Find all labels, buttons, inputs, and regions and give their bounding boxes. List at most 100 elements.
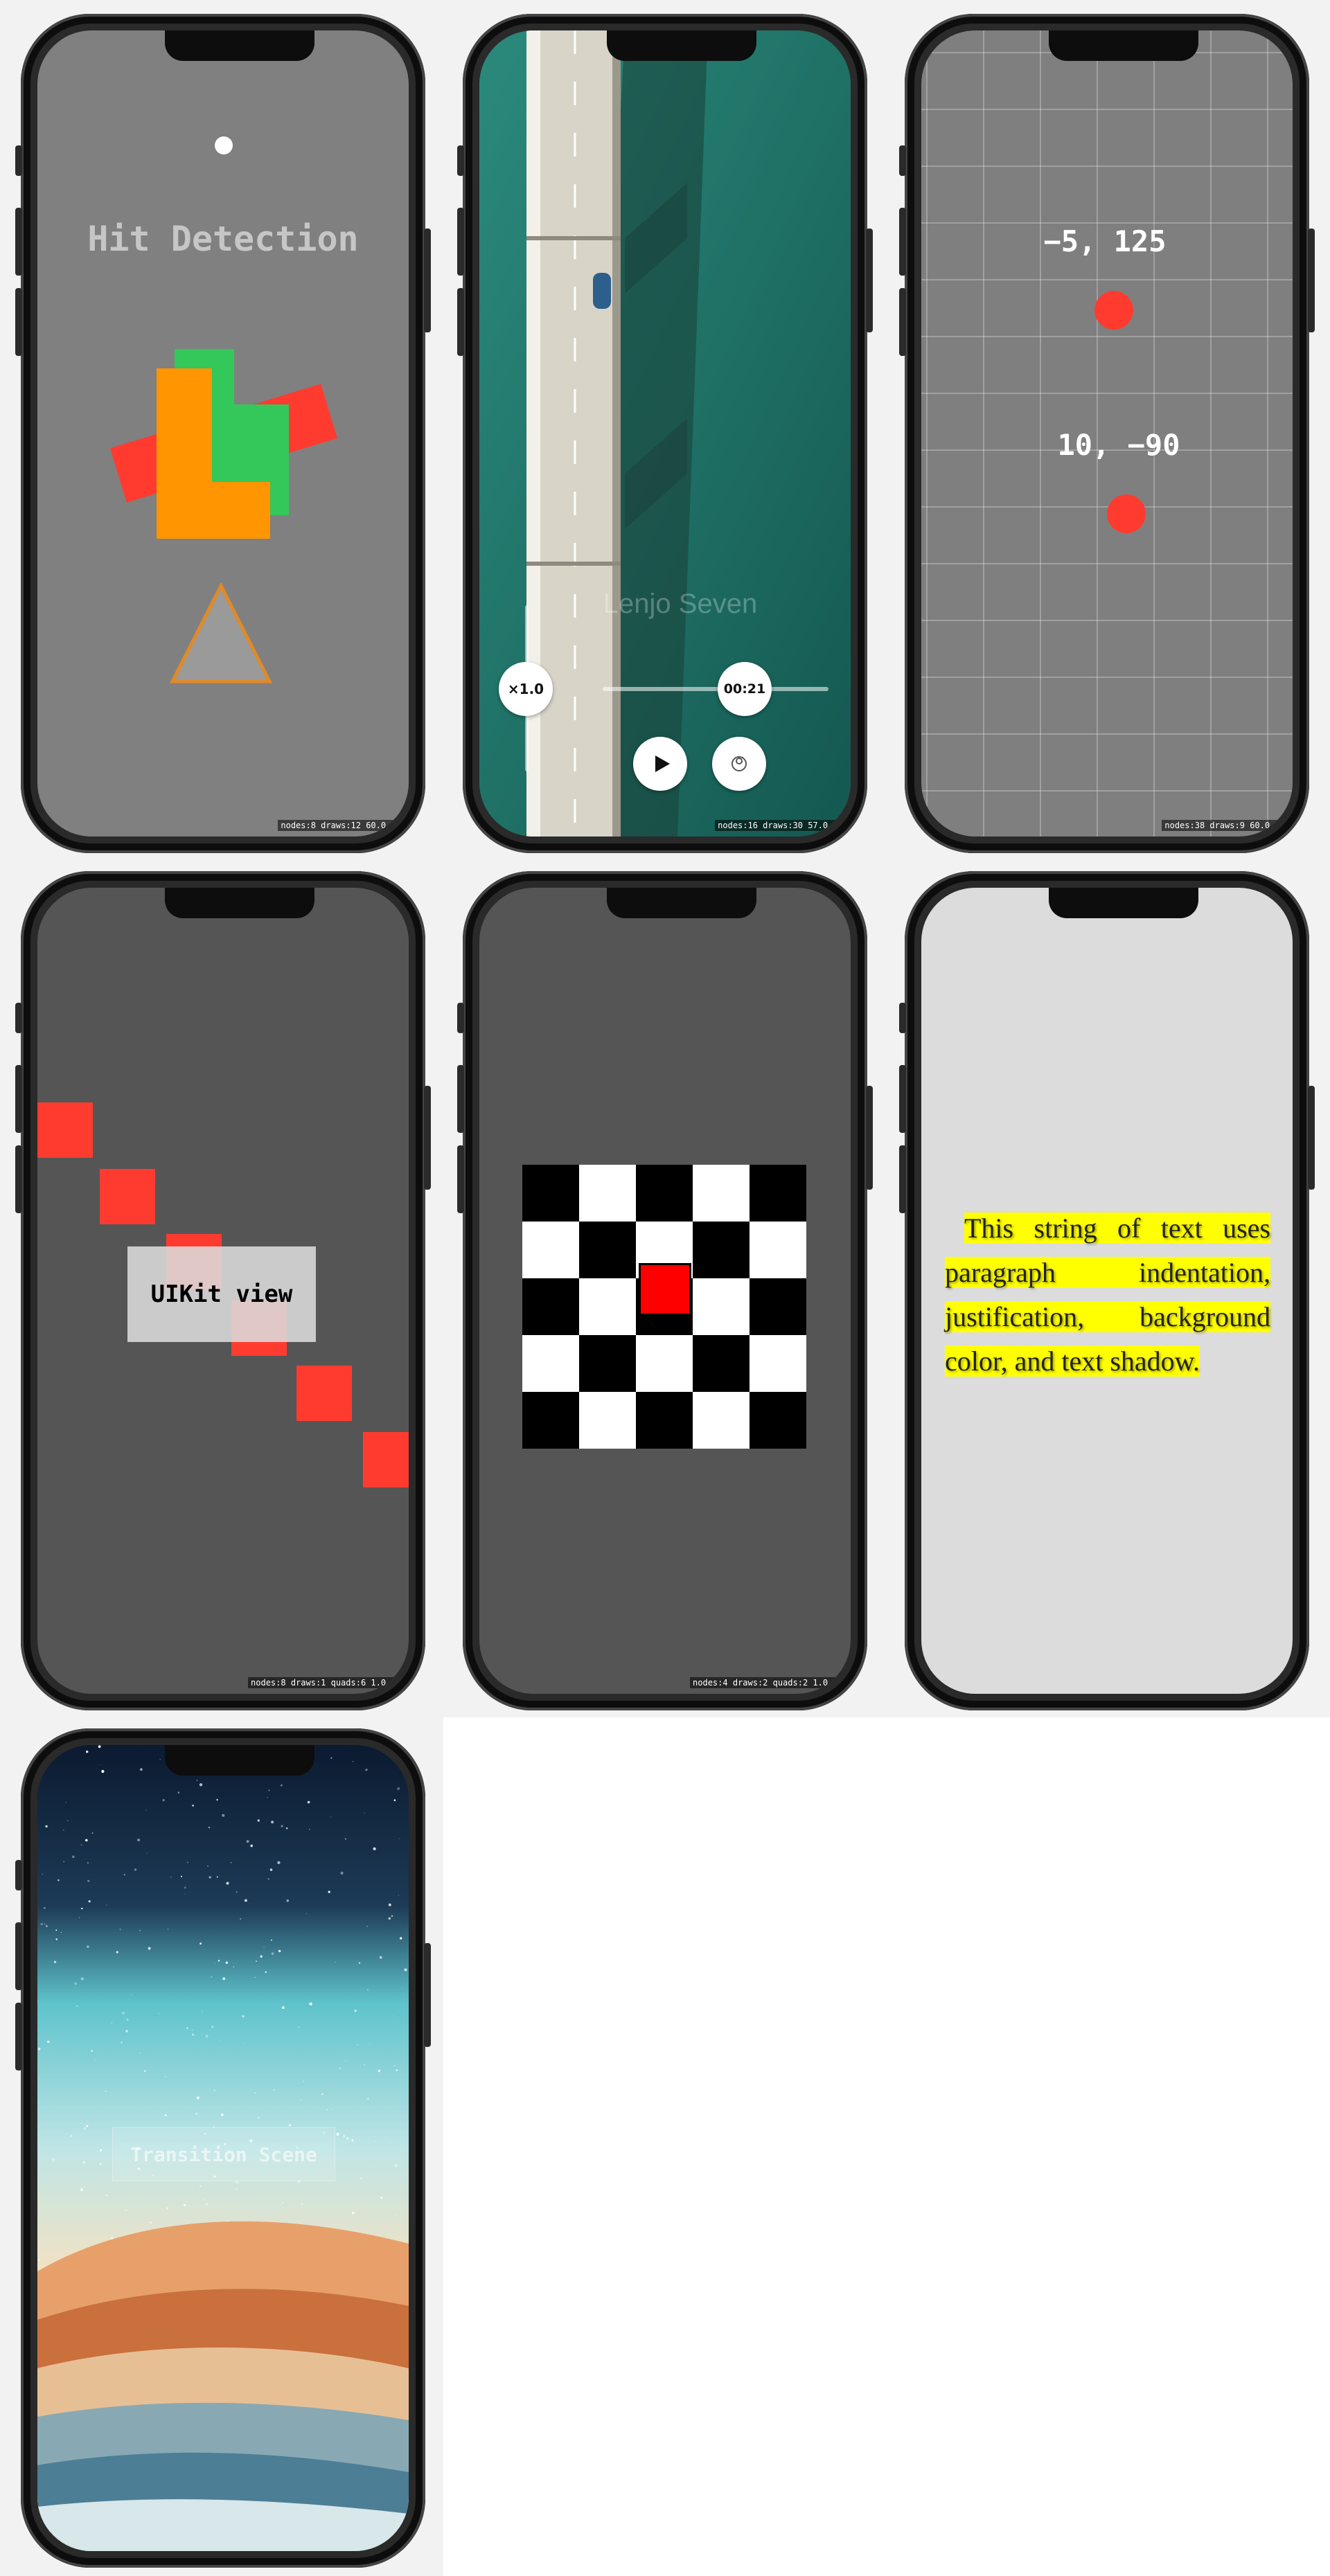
star xyxy=(125,2209,127,2212)
star xyxy=(265,1971,267,1974)
star xyxy=(139,2052,141,2054)
star xyxy=(126,2019,129,2021)
star xyxy=(42,1873,43,1875)
performance-stats: nodes:16 draws:30 57.0 fps xyxy=(715,820,851,831)
checker-square xyxy=(579,1392,636,1449)
star xyxy=(282,2202,283,2203)
star xyxy=(106,1904,107,1906)
checker-square xyxy=(750,1165,806,1222)
star xyxy=(123,1874,125,1876)
coordinate-label-bottom: 10, −90 xyxy=(1057,428,1180,462)
star xyxy=(86,2125,89,2127)
star xyxy=(91,1832,94,1834)
transition-scene-button[interactable]: Transition Scene xyxy=(112,2127,335,2181)
star xyxy=(391,1915,393,1917)
star xyxy=(306,1913,307,1914)
star xyxy=(346,2137,349,2140)
star xyxy=(396,2069,398,2071)
star xyxy=(105,2194,108,2197)
star xyxy=(82,2161,86,2164)
star xyxy=(99,2163,102,2165)
red-square-node[interactable] xyxy=(639,1263,691,1316)
star xyxy=(129,1998,130,2000)
star xyxy=(366,1926,368,1927)
picture-in-picture-button[interactable] xyxy=(712,737,766,791)
playhead-time-button[interactable]: 00:21 xyxy=(718,662,772,716)
playback-rate-button[interactable]: ×1.0 xyxy=(499,662,553,716)
star xyxy=(219,2039,220,2041)
checker-square xyxy=(579,1335,636,1392)
star xyxy=(105,2091,107,2092)
star xyxy=(111,2022,113,2023)
star xyxy=(162,1799,165,1802)
star xyxy=(256,1960,257,1962)
star xyxy=(186,2027,188,2029)
phone-coordinates: −5, 125 10, −90 nodes:38 draws:9 60.0 fp… xyxy=(899,14,1315,853)
checker-square xyxy=(522,1165,579,1222)
star xyxy=(213,2089,215,2091)
star xyxy=(336,2132,339,2136)
star xyxy=(76,2005,78,2007)
star xyxy=(81,1907,83,1910)
star xyxy=(57,1879,60,1881)
checker-square xyxy=(693,1335,750,1392)
red-square-6 xyxy=(363,1432,409,1487)
star xyxy=(51,2158,55,2161)
star xyxy=(164,2114,167,2117)
star xyxy=(281,1784,283,1787)
star xyxy=(211,1976,213,1978)
star xyxy=(53,1960,57,1963)
checker-square xyxy=(522,1392,579,1449)
screen: UIKit view nodes:8 draws:1 quads:6 1.0 f… xyxy=(37,888,409,1694)
star xyxy=(267,1878,269,1880)
checker-square xyxy=(579,1222,636,1278)
star xyxy=(94,2059,96,2061)
star xyxy=(250,1844,253,1848)
star xyxy=(192,1805,194,1807)
screen: Hit Detection nodes:8 draws:12 60.0 fps xyxy=(37,30,409,837)
red-square-2 xyxy=(100,1169,155,1224)
triangle-node[interactable] xyxy=(169,582,273,683)
star xyxy=(45,1825,48,1828)
star xyxy=(257,1819,260,1822)
star xyxy=(87,1879,90,1882)
touch-node-bottom[interactable] xyxy=(1107,494,1146,533)
star xyxy=(216,1798,218,1801)
star xyxy=(278,1949,281,1953)
star xyxy=(206,2203,209,2206)
star xyxy=(121,2041,123,2044)
star xyxy=(40,1922,43,1926)
star xyxy=(186,1861,189,1863)
star xyxy=(101,1770,105,1773)
uikit-view-box[interactable]: UIKit view xyxy=(127,1246,316,1342)
star xyxy=(364,2064,365,2066)
star xyxy=(277,1861,281,1864)
star xyxy=(119,1929,121,1930)
star xyxy=(380,2197,383,2199)
screen: This string of text uses paragraph inden… xyxy=(921,888,1293,1694)
play-icon xyxy=(655,755,670,772)
star xyxy=(195,2112,198,2116)
play-button[interactable] xyxy=(633,737,687,791)
star xyxy=(91,2050,93,2052)
star xyxy=(143,2070,146,2073)
checker-square xyxy=(750,1278,806,1335)
star xyxy=(286,1899,290,1902)
star xyxy=(281,1825,283,1827)
star xyxy=(170,1876,172,1878)
checker-square xyxy=(636,1392,693,1449)
star xyxy=(225,1961,229,1965)
star xyxy=(222,1814,225,1817)
scrubber-track[interactable] xyxy=(603,687,828,691)
star xyxy=(236,2181,238,2184)
star xyxy=(404,1968,407,1971)
star xyxy=(354,2010,357,2012)
star xyxy=(218,1960,220,1962)
shape-nodes xyxy=(109,349,338,683)
star xyxy=(80,1844,82,1846)
phone-uikit-view: UIKit view nodes:8 draws:1 quads:6 1.0 f… xyxy=(15,871,431,1710)
touch-node-top[interactable] xyxy=(1094,291,1133,330)
checker-square xyxy=(522,1335,579,1392)
star xyxy=(111,2237,114,2239)
star xyxy=(131,1994,132,1995)
